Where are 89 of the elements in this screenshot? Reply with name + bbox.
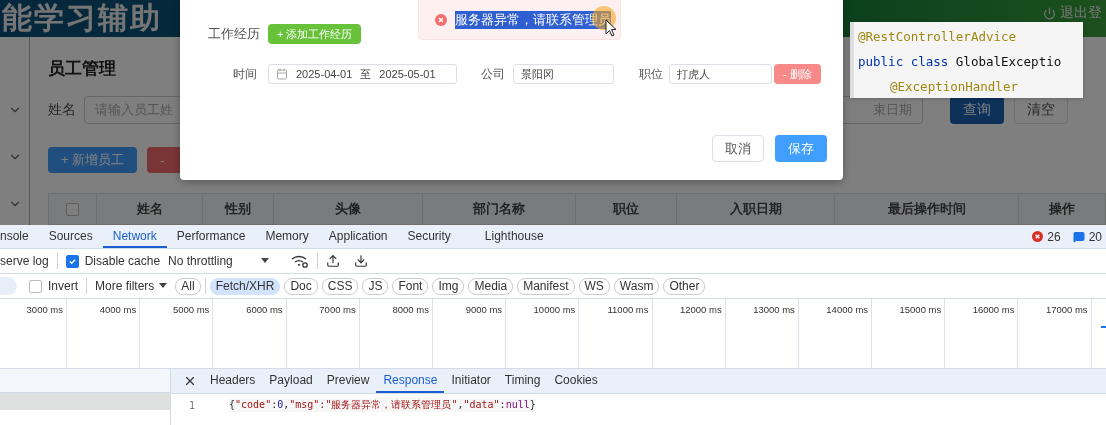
devtools-tab[interactable]: Application bbox=[318, 225, 398, 248]
field-label: 时间 bbox=[232, 65, 257, 83]
end-date: 2025-05-01 bbox=[379, 68, 436, 80]
caret-icon bbox=[260, 258, 269, 264]
time-tick-label: 13000 ms bbox=[753, 304, 795, 316]
column-header: 入职日期 bbox=[677, 194, 835, 224]
invert-checkbox[interactable]: Invert bbox=[29, 279, 78, 293]
time-tick-label: 14000 ms bbox=[826, 304, 869, 316]
throttling-dropdown[interactable]: No throttling bbox=[168, 254, 269, 268]
cancel-button[interactable]: 取消 bbox=[712, 135, 764, 162]
filter-chip[interactable]: Manifest bbox=[517, 277, 575, 295]
field-label: 职位 bbox=[639, 65, 663, 83]
time-tick-label: 16000 ms bbox=[972, 304, 1015, 316]
upload-icon[interactable] bbox=[325, 254, 340, 268]
devtools-tab[interactable]: Lighthouse bbox=[460, 225, 554, 248]
time-tick-label: 17000 ms bbox=[1045, 304, 1088, 316]
preserve-log-label[interactable]: serve log bbox=[0, 254, 49, 268]
devtools-tab[interactable]: Network bbox=[102, 225, 167, 248]
time-tick-label: 4000 ms bbox=[99, 304, 137, 316]
calendar-icon bbox=[276, 68, 288, 80]
devtools-tab[interactable]: Performance bbox=[166, 225, 256, 248]
filter-chip[interactable]: Wasm bbox=[613, 277, 660, 295]
devtools-tab[interactable]: nsole bbox=[0, 225, 39, 248]
line-number: 1 bbox=[189, 399, 197, 411]
time-tick-label: 10000 ms bbox=[533, 304, 576, 316]
code-line: @RestControllerAdvice bbox=[858, 28, 1018, 46]
filter-chip[interactable]: Font bbox=[392, 277, 429, 295]
select-all-checkbox[interactable] bbox=[66, 202, 79, 216]
time-tick-label: 12000 ms bbox=[679, 304, 722, 316]
wifi-gear-icon[interactable] bbox=[290, 254, 309, 268]
error-count[interactable]: 26 bbox=[1032, 229, 1061, 244]
field-label: 公司 bbox=[481, 65, 505, 83]
column-header: 最后操作时间 bbox=[835, 194, 1019, 224]
position-input[interactable]: 打虎人 bbox=[669, 64, 772, 84]
detail-tab[interactable]: Preview bbox=[319, 369, 377, 393]
request-marker bbox=[1100, 326, 1106, 328]
filter-chip[interactable]: JS bbox=[362, 277, 389, 295]
company-input[interactable]: 景阳冈 bbox=[513, 64, 614, 84]
time-tick-label: 5000 ms bbox=[172, 304, 210, 316]
filter-chip[interactable]: Img bbox=[432, 277, 465, 295]
column-header: 操作 bbox=[1019, 194, 1106, 224]
detail-tab[interactable]: Cookies bbox=[547, 369, 605, 393]
filter-chip[interactable]: CSS bbox=[321, 277, 359, 295]
close-icon[interactable] bbox=[183, 374, 197, 388]
time-tick-label: 6000 ms bbox=[246, 304, 283, 316]
checkmark-icon bbox=[67, 256, 77, 266]
range-separator: 至 bbox=[360, 66, 372, 82]
detail-tab[interactable]: Payload bbox=[262, 369, 320, 393]
clear-button[interactable]: 清空 bbox=[1014, 96, 1068, 124]
start-date: 2025-04-01 bbox=[296, 68, 353, 80]
date-range-field[interactable]: 2025-04-01 至 2025-05-01 bbox=[268, 64, 457, 84]
detail-tab[interactable]: Headers bbox=[203, 369, 263, 393]
time-tick-label: 11000 ms bbox=[607, 304, 649, 316]
filter-chip[interactable]: Other bbox=[663, 277, 706, 295]
time-tick-label: 9000 ms bbox=[465, 304, 503, 316]
code-line: @ExceptionHandler bbox=[889, 78, 1019, 96]
download-icon[interactable] bbox=[353, 254, 368, 268]
devtools-tab[interactable]: Sources bbox=[38, 225, 103, 248]
filter-chip[interactable]: Doc bbox=[284, 277, 318, 295]
caret-icon bbox=[159, 283, 168, 289]
column-header: 部门名称 bbox=[423, 194, 576, 224]
filter-chip[interactable]: Fetch/XHR bbox=[209, 277, 281, 295]
column-header: 职位 bbox=[576, 194, 677, 224]
time-tick-label: 15000 ms bbox=[899, 304, 942, 316]
power-icon bbox=[1043, 6, 1056, 20]
devtools-tab[interactable]: Security bbox=[397, 225, 461, 248]
time-tick-label: 8000 ms bbox=[392, 304, 429, 316]
detail-tab[interactable]: Initiator bbox=[444, 369, 498, 393]
filter-chip[interactable]: Media bbox=[468, 277, 514, 295]
column-header: 姓名 bbox=[97, 194, 203, 224]
filter-chip[interactable]: All bbox=[175, 277, 201, 295]
column-header: 性别 bbox=[203, 194, 274, 224]
more-filters-dropdown[interactable]: More filters bbox=[95, 279, 168, 293]
column-header: 头像 bbox=[274, 194, 423, 224]
disable-cache-checkbox[interactable]: Disable cache bbox=[65, 254, 161, 268]
time-tick-label: 3000 ms bbox=[26, 304, 63, 316]
app-title: 能学习辅助 bbox=[1, 0, 162, 36]
detail-tab[interactable]: Timing bbox=[497, 369, 548, 393]
detail-tab[interactable]: Response bbox=[376, 369, 445, 393]
message-count[interactable]: 20 bbox=[1072, 229, 1102, 244]
filter-chip[interactable]: WS bbox=[578, 277, 610, 295]
message-icon bbox=[1072, 230, 1085, 243]
page-title: 员工管理 bbox=[48, 58, 116, 79]
error-icon bbox=[1032, 231, 1044, 242]
field-label: 姓名 bbox=[48, 101, 76, 119]
code-line: public class GlobalExceptio bbox=[858, 53, 1063, 71]
devtools-tab[interactable]: Memory bbox=[255, 225, 319, 248]
error-icon bbox=[435, 14, 447, 26]
time-tick-label: 7000 ms bbox=[319, 304, 356, 316]
